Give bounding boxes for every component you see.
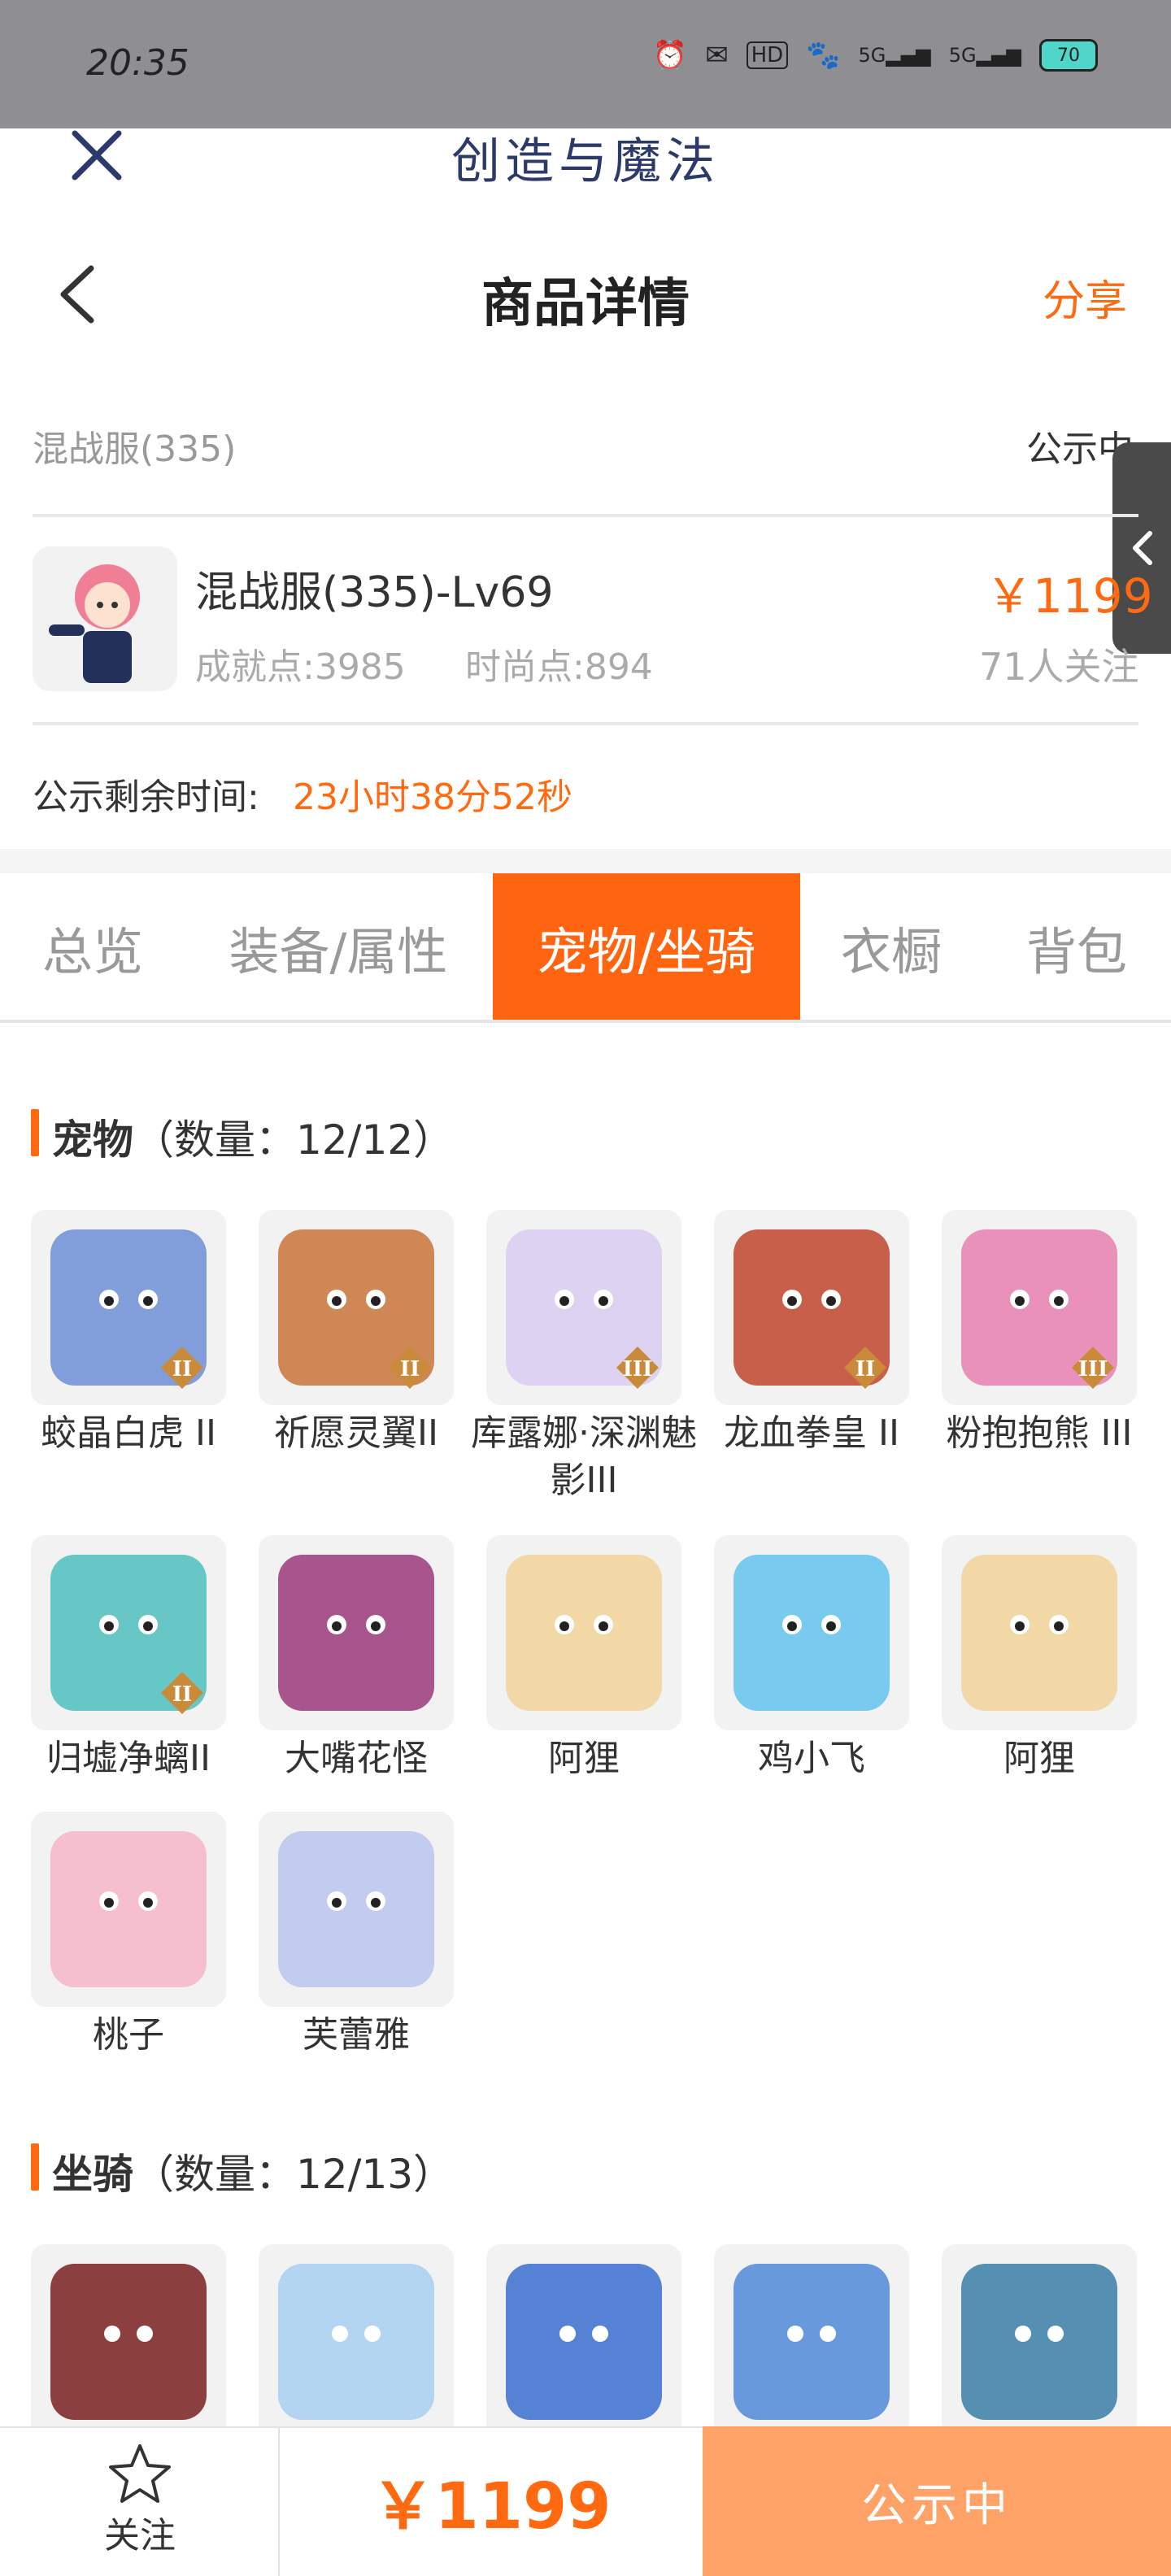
pet-card[interactable]: III — [942, 1210, 1137, 1405]
tab-pets-mounts[interactable]: 宠物/坐骑 — [493, 873, 800, 1021]
pet-name: 阿狸 — [1003, 1738, 1075, 1779]
battery-icon: 70 — [1039, 39, 1098, 72]
fashion-points: 时尚点:894 — [465, 646, 653, 688]
pet-name: 桃子 — [93, 2014, 164, 2056]
svg-text:III: III — [1078, 1357, 1108, 1382]
tab-wardrobe[interactable]: 衣橱 — [810, 873, 973, 1021]
bottom-price: ￥1199 — [371, 2470, 612, 2543]
mount-card[interactable] — [31, 2244, 226, 2439]
pet-image — [50, 1831, 207, 1987]
pet-card[interactable]: II — [259, 1210, 454, 1405]
paw-icon: 🐾 — [806, 39, 841, 72]
star-icon — [109, 2444, 171, 2503]
pet-image — [278, 1831, 434, 1987]
divider — [33, 722, 1138, 725]
pet-card[interactable] — [259, 1535, 454, 1730]
character-avatar — [33, 546, 177, 691]
pet-card[interactable]: II — [714, 1210, 909, 1405]
tab-backpack[interactable]: 背包 — [982, 873, 1171, 1021]
pet-card[interactable]: III — [486, 1210, 681, 1405]
share-button[interactable]: 分享 — [1043, 267, 1127, 328]
section-gap — [0, 849, 1171, 873]
tab-overview[interactable]: 总览 — [0, 873, 185, 1021]
signal-icon-2: 5G▂▄▆ — [948, 44, 1021, 67]
pet-card[interactable] — [942, 1535, 1137, 1730]
pet-image: II — [50, 1555, 207, 1714]
remain-time-value: 23小时38分52秒 — [293, 777, 572, 818]
status-bar: 20:35 ⏰ ✉ HD 🐾 5G▂▄▆ 5G▂▄▆ 70 — [0, 0, 1171, 128]
svg-text:II: II — [400, 1357, 420, 1382]
mount-image — [961, 2264, 1117, 2420]
mount-image — [734, 2264, 890, 2420]
svg-text:II: II — [855, 1357, 875, 1382]
mount-image — [278, 2264, 434, 2420]
pet-image — [506, 1555, 662, 1711]
mount-card[interactable] — [942, 2244, 1137, 2439]
pet-card[interactable] — [31, 1812, 226, 2007]
pet-card[interactable] — [714, 1535, 909, 1730]
mount-image — [50, 2264, 207, 2420]
tab-divider — [0, 1020, 1171, 1023]
pet-name: 大嘴花怪 — [285, 1738, 428, 1779]
pets-section-title: 宠物（数量：12/12） — [52, 1116, 455, 1164]
hd-icon: HD — [746, 41, 789, 69]
pet-name: 粉抱抱熊 III — [946, 1412, 1133, 1454]
pet-name: 祈愿灵翼II — [274, 1412, 438, 1454]
section-marker — [31, 1109, 39, 1156]
svg-text:II: II — [172, 1357, 192, 1382]
pet-image: II — [734, 1229, 890, 1389]
notification-icon: ✉ — [705, 39, 729, 72]
pet-name: 归墟净螭II — [46, 1738, 211, 1779]
pet-image: II — [278, 1229, 434, 1389]
pet-image: II — [50, 1229, 207, 1389]
svg-text:III: III — [623, 1357, 653, 1382]
achievement-points: 成就点:3985 — [195, 646, 406, 688]
server-name: 混战服(335) — [33, 429, 237, 470]
alarm-icon: ⏰ — [652, 39, 688, 72]
tab-equipment[interactable]: 装备/属性 — [194, 873, 483, 1021]
pet-name: 芙蕾雅 — [303, 2014, 410, 2056]
pet-image — [734, 1555, 890, 1711]
pet-card[interactable] — [486, 1535, 681, 1730]
pet-card[interactable]: II — [31, 1535, 226, 1730]
mount-card[interactable] — [259, 2244, 454, 2439]
product-name: 混战服(335)-Lv69 — [195, 568, 554, 617]
mount-card[interactable] — [486, 2244, 681, 2439]
pet-name: 阿狸 — [548, 1738, 620, 1779]
pet-image — [961, 1555, 1117, 1711]
signal-icon-1: 5G▂▄▆ — [858, 44, 931, 67]
pet-card[interactable]: II — [31, 1210, 226, 1405]
divider — [33, 514, 1138, 517]
pet-card[interactable] — [259, 1812, 454, 2007]
pet-name: 库露娜·深渊魅影III — [471, 1412, 697, 1501]
pet-image: III — [961, 1229, 1117, 1389]
follow-button[interactable]: 关注 — [0, 2426, 280, 2576]
page-title: 商品详情 — [481, 274, 690, 334]
publicity-status-button[interactable]: 公示中 — [703, 2426, 1171, 2576]
status-icons: ⏰ ✉ HD 🐾 5G▂▄▆ 5G▂▄▆ 70 — [653, 39, 1098, 72]
product-price: ￥1199 — [986, 568, 1153, 624]
mounts-section-title: 坐骑（数量：12/13） — [52, 2151, 455, 2198]
pet-name: 龙血拳皇 II — [724, 1412, 899, 1454]
remain-time-label: 公示剩余时间: — [33, 777, 259, 818]
pet-image: III — [506, 1229, 662, 1389]
follow-label: 关注 — [104, 2515, 176, 2556]
svg-text:II: II — [172, 1682, 192, 1707]
pet-image — [278, 1555, 434, 1711]
section-marker — [31, 2143, 39, 2191]
pet-name: 鸡小飞 — [758, 1738, 865, 1779]
app-title: 创造与魔法 — [451, 133, 720, 190]
pet-name: 蛟晶白虎 II — [41, 1412, 216, 1454]
status-time: 20:35 — [86, 42, 189, 84]
follower-count: 71人关注 — [979, 645, 1139, 689]
mount-card[interactable] — [714, 2244, 909, 2439]
mount-image — [506, 2264, 662, 2420]
